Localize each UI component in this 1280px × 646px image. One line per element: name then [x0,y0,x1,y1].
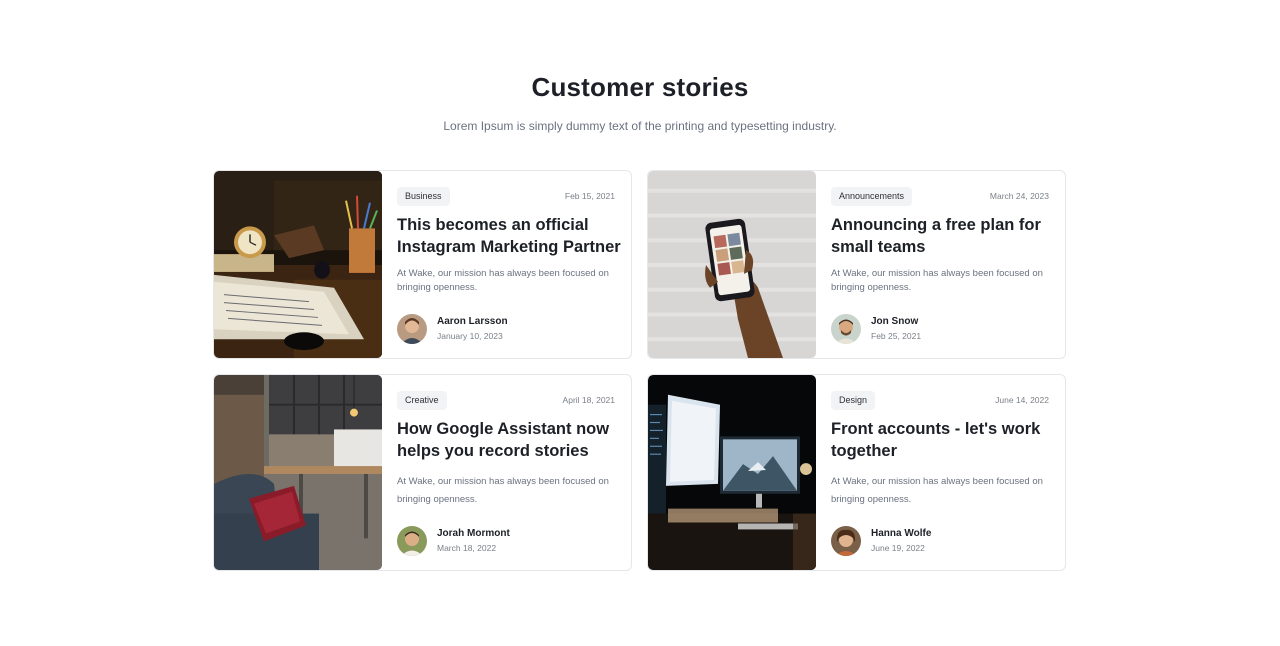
story-title[interactable]: How Google Assistant now helps you recor… [397,418,625,462]
section-title: Customer stories [531,72,749,102]
story-title[interactable]: Announcing a free plan for small teams [831,214,1059,258]
author: Hanna Wolfe June 19, 2022 [831,526,1051,556]
category-tag[interactable]: Design [831,391,876,410]
story-title[interactable]: Front accounts - let's work together [831,418,1059,462]
story-card[interactable]: Announcements March 24, 2023 Announcing … [647,170,1066,359]
post-date: June 14, 2022 [995,395,1049,405]
post-date: March 24, 2023 [989,191,1049,201]
story-card[interactable]: Business Feb 15, 2021 This becomes an of… [213,170,632,359]
avatar [831,526,861,556]
hand-holding-phone-photo [648,171,816,358]
story-title[interactable]: This becomes an official Instagram Marke… [397,214,625,258]
avatar [397,314,427,344]
story-card[interactable]: Design June 14, 2022 Front accounts - le… [647,374,1066,571]
story-card[interactable]: Creative April 18, 2021 How Google Assis… [213,374,632,571]
computer-desk-night-photo [648,375,816,570]
author-name[interactable]: Jon Snow [871,316,918,327]
avatar [831,314,861,344]
post-date: April 18, 2021 [562,395,615,405]
category-tag[interactable]: Business [397,187,450,206]
author-date: Feb 25, 2021 [871,331,922,341]
author-date: January 10, 2023 [437,331,503,341]
author: Jorah Mormont March 18, 2022 [397,526,617,556]
post-date: Feb 15, 2021 [564,191,615,201]
desk-clock-book-photo [214,171,382,358]
author-name[interactable]: Jorah Mormont [437,528,510,539]
category-tag[interactable]: Announcements [831,187,913,206]
author-name[interactable]: Hanna Wolfe [871,528,931,539]
author-date: June 19, 2022 [871,543,925,553]
story-excerpt: At Wake, our mission has always been foc… [831,268,1043,293]
story-excerpt: At Wake, our mission has always been foc… [397,268,609,293]
story-excerpt: At Wake, our mission has always been foc… [831,476,1043,505]
category-tag[interactable]: Creative [397,391,447,410]
section-subtitle: Lorem Ipsum is simply dummy text of the … [443,119,837,133]
author-date: March 18, 2022 [437,543,497,553]
author: Jon Snow Feb 25, 2021 [831,314,1051,344]
avatar [397,526,427,556]
author: Aaron Larsson January 10, 2023 [397,314,617,344]
author-name[interactable]: Aaron Larsson [437,316,508,327]
story-excerpt: At Wake, our mission has always been foc… [397,476,609,505]
living-room-kitchen-photo [214,375,382,570]
